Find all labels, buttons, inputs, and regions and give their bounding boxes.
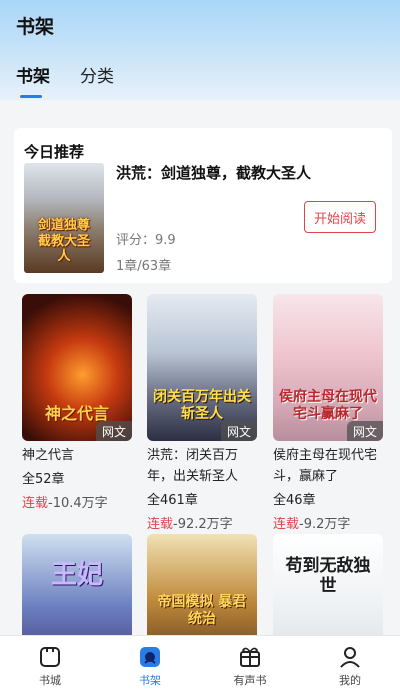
book-title: 洪荒：闭关百万年，出关斩圣人 [147,448,239,484]
nav-bookstore[interactable]: 书城 [0,636,100,689]
book-chapters: 全52章 [22,472,65,487]
book-status: 连载-9.2万字 [273,514,383,536]
tab-bar: 书架 分类 [16,62,144,98]
bookstore-icon [40,647,60,667]
cover-title-art: 苟到无敌独世 [285,556,371,597]
profile-icon [340,647,360,668]
recommend-card[interactable]: 今日推荐 剑道独尊截教大圣人 洪荒：剑道独尊，截教大圣人 评分：9.9 1章/6… [14,128,392,283]
nav-label: 书架 [139,674,161,687]
word-count: -9.2万字 [299,517,351,532]
recommend-heading: 今日推荐 [24,143,85,161]
word-count: -92.2万字 [173,517,233,532]
web-novel-badge: 网文 [347,421,383,441]
tab-category[interactable]: 分类 [80,62,114,87]
nav-label: 我的 [339,674,361,687]
book-cover[interactable]: 神之代言 网文 [22,294,132,441]
recommend-book-title[interactable]: 洪荒：剑道独尊，截教大圣人 [116,162,311,185]
nav-label: 有声书 [233,674,267,687]
book-title: 侯府主母在现代宅斗，赢麻了 [273,448,378,484]
book-status: 连载-10.4万字 [22,493,132,515]
app-title: 书架 [16,16,55,38]
nav-profile[interactable]: 我的 [300,636,400,689]
book-chapters: 全461章 [147,493,198,508]
recommend-progress: 1章/63章 [116,259,172,274]
audiobook-icon [240,647,260,667]
book-status: 连载-92.2万字 [147,514,257,536]
recommend-book-cover[interactable]: 剑道独尊截教大圣人 [24,163,104,273]
cover-title-art: 剑道独尊截教大圣人 [37,218,90,265]
nav-audiobook[interactable]: 有声书 [200,636,300,689]
bookshelf-icon [140,647,160,667]
cover-title-art: 闭关百万年出关斩圣人 [153,389,251,423]
serial-status: 连载 [147,517,174,532]
serial-status: 连载 [273,517,300,532]
book-cover[interactable]: 闭关百万年出关斩圣人 网文 [147,294,257,441]
app-header: 书架 书架 分类 [0,0,400,100]
book-item[interactable]: 神之代言 网文 神之代言 全52章 连载-10.4万字 [22,294,132,515]
book-cover[interactable]: 侯府主母在现代宅斗赢麻了 网文 [273,294,383,441]
cover-title-art: 帝国模拟 暴君统治 [157,594,247,627]
cover-title-art: 王妃 [50,560,103,590]
nav-bookshelf[interactable]: 书架 [100,636,200,689]
book-item[interactable]: 侯府主母在现代宅斗赢麻了 网文 侯府主母在现代宅斗，赢麻了 全46章 连载-9.… [273,294,383,536]
book-title: 神之代言 [22,448,75,463]
word-count: -10.4万字 [48,496,108,511]
bottom-navigation: 书城 书架 有声书 我的 [0,635,400,689]
start-reading-button[interactable]: 开始阅读 [304,201,376,233]
cover-title-art: 侯府主母在现代宅斗赢麻了 [279,389,377,423]
web-novel-badge: 网文 [96,421,132,441]
nav-label: 书城 [39,674,61,687]
serial-status: 连载 [22,496,49,511]
web-novel-badge: 网文 [221,421,257,441]
recommend-score: 评分：9.9 [116,233,176,248]
book-item[interactable]: 闭关百万年出关斩圣人 网文 洪荒：闭关百万年，出关斩圣人 全461章 连载-92… [147,294,257,536]
book-chapters: 全46章 [273,493,316,508]
tab-bookshelf[interactable]: 书架 [16,62,50,98]
